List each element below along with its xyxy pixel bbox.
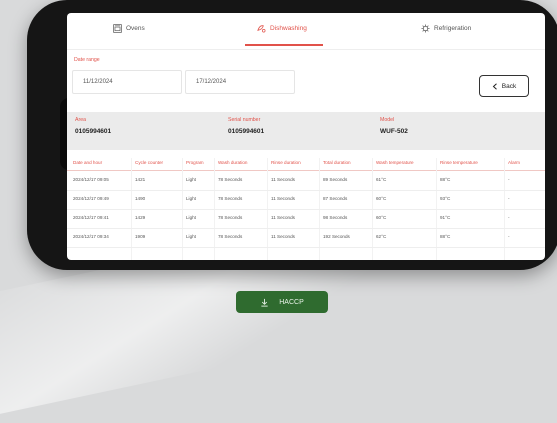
cell-wash-duration: 78 Seconds <box>218 234 243 239</box>
active-tab-indicator <box>245 44 323 46</box>
cell-alarm: - <box>508 234 510 239</box>
app-screen: Ovens Dishwashing Refrigeration Date ran… <box>67 13 545 260</box>
cell-date: 2024/12/17 09:49 <box>73 196 109 201</box>
table-row[interactable]: 2024/12/17 09:34 1909 Light 78 Seconds 1… <box>67 228 545 248</box>
tab-ovens[interactable]: Ovens <box>113 24 145 33</box>
cell-rinse-temp: 88°C <box>440 234 451 239</box>
haccp-button-label: HACCP <box>279 298 304 306</box>
cell-date: 2024/12/17 09:41 <box>73 215 109 220</box>
cell-total-duration: 98 Seconds <box>323 215 348 220</box>
cell-date: 2024/12/17 09:05 <box>73 177 109 182</box>
back-button[interactable]: Back <box>479 75 529 97</box>
gear-icon <box>421 24 430 33</box>
cell-wash-temp: 62°C <box>376 234 387 239</box>
serial-number-value: 0105994601 <box>228 128 265 135</box>
cell-program: Light <box>186 177 196 182</box>
cell-total-duration: 89 Seconds <box>323 177 348 182</box>
cell-total-duration: 87 Seconds <box>323 196 348 201</box>
haccp-download-button[interactable]: HACCP <box>236 291 328 313</box>
cell-wash-temp: 60°C <box>376 196 387 201</box>
cell-alarm: - <box>508 215 510 220</box>
table-row[interactable]: 2024/12/17 09:41 1429 Light 78 Seconds 1… <box>67 209 545 229</box>
cell-total-duration: 192 Seconds <box>323 234 350 239</box>
oven-icon <box>113 24 122 33</box>
tab-dishwashing[interactable]: Dishwashing <box>257 24 307 33</box>
cell-wash-duration: 78 Seconds <box>218 196 243 201</box>
serial-number-label: Serial number <box>228 117 261 123</box>
download-icon <box>261 298 268 307</box>
tab-ovens-label: Ovens <box>126 25 145 32</box>
cell-rinse-duration: 11 Seconds <box>271 196 295 201</box>
th-wash-duration: Wash duration <box>218 160 248 165</box>
cell-rinse-duration: 11 Seconds <box>271 215 295 220</box>
cell-wash-duration: 78 Seconds <box>218 215 243 220</box>
cell-wash-duration: 78 Seconds <box>218 177 243 182</box>
th-rinse-duration: Rinse duration <box>271 160 301 165</box>
area-value: 0105994601 <box>75 128 112 135</box>
tab-dishwashing-label: Dishwashing <box>270 25 307 32</box>
th-program: Program <box>186 160 204 165</box>
th-alarm: Alarm <box>508 160 520 165</box>
cell-alarm: - <box>508 177 510 182</box>
cell-cycle: 1909 <box>135 234 146 239</box>
th-rinse-temp: Rinse temperature <box>440 160 478 165</box>
cell-wash-temp: 61°C <box>376 177 387 182</box>
th-total-duration: Total duration <box>323 160 351 165</box>
cell-cycle: 1421 <box>135 177 146 182</box>
cell-rinse-duration: 11 Seconds <box>271 234 295 239</box>
model-value: WUF-502 <box>380 128 408 135</box>
cell-cycle: 1490 <box>135 196 146 201</box>
date-to-field[interactable]: 17/12/2024 <box>185 70 295 94</box>
area-label: Area <box>75 117 86 123</box>
cell-rinse-temp: 88°C <box>440 177 451 182</box>
tab-bar: Ovens Dishwashing Refrigeration <box>67 13 545 50</box>
table-header: Date and hour Cycle counter Program Wash… <box>67 158 545 171</box>
tab-refrigeration-label: Refrigeration <box>434 25 472 32</box>
table-row[interactable]: 2024/12/17 09:49 1490 Light 78 Seconds 1… <box>67 190 545 210</box>
device-info-bar: Area 0105994601 Serial number 0105994601… <box>67 112 545 150</box>
dishwashing-icon <box>257 25 266 33</box>
cell-rinse-temp: 93°C <box>440 196 451 201</box>
cell-rinse-temp: 91°C <box>440 215 451 220</box>
th-date: Date and hour <box>73 160 103 165</box>
date-range-label: Date range <box>74 57 100 63</box>
model-label: Model <box>380 117 395 123</box>
back-button-label: Back <box>501 82 517 90</box>
cell-program: Light <box>186 234 196 239</box>
th-wash-temp: Wash temperature <box>376 160 414 165</box>
chevron-left-icon <box>492 82 497 90</box>
date-from-field[interactable]: 11/12/2024 <box>72 70 182 94</box>
th-cycle: Cycle counter <box>135 160 164 165</box>
cell-cycle: 1429 <box>135 215 146 220</box>
date-to-value: 17/12/2024 <box>196 79 227 85</box>
cell-program: Light <box>186 196 196 201</box>
table-row[interactable]: 2024/12/17 09:05 1421 Light 78 Seconds 1… <box>67 171 545 191</box>
cell-date: 2024/12/17 09:34 <box>73 234 109 239</box>
cell-rinse-duration: 11 Seconds <box>271 177 295 182</box>
cell-wash-temp: 60°C <box>376 215 387 220</box>
cell-program: Light <box>186 215 196 220</box>
cell-alarm: - <box>508 196 510 201</box>
tab-refrigeration[interactable]: Refrigeration <box>421 24 471 33</box>
date-from-value: 11/12/2024 <box>83 79 113 85</box>
